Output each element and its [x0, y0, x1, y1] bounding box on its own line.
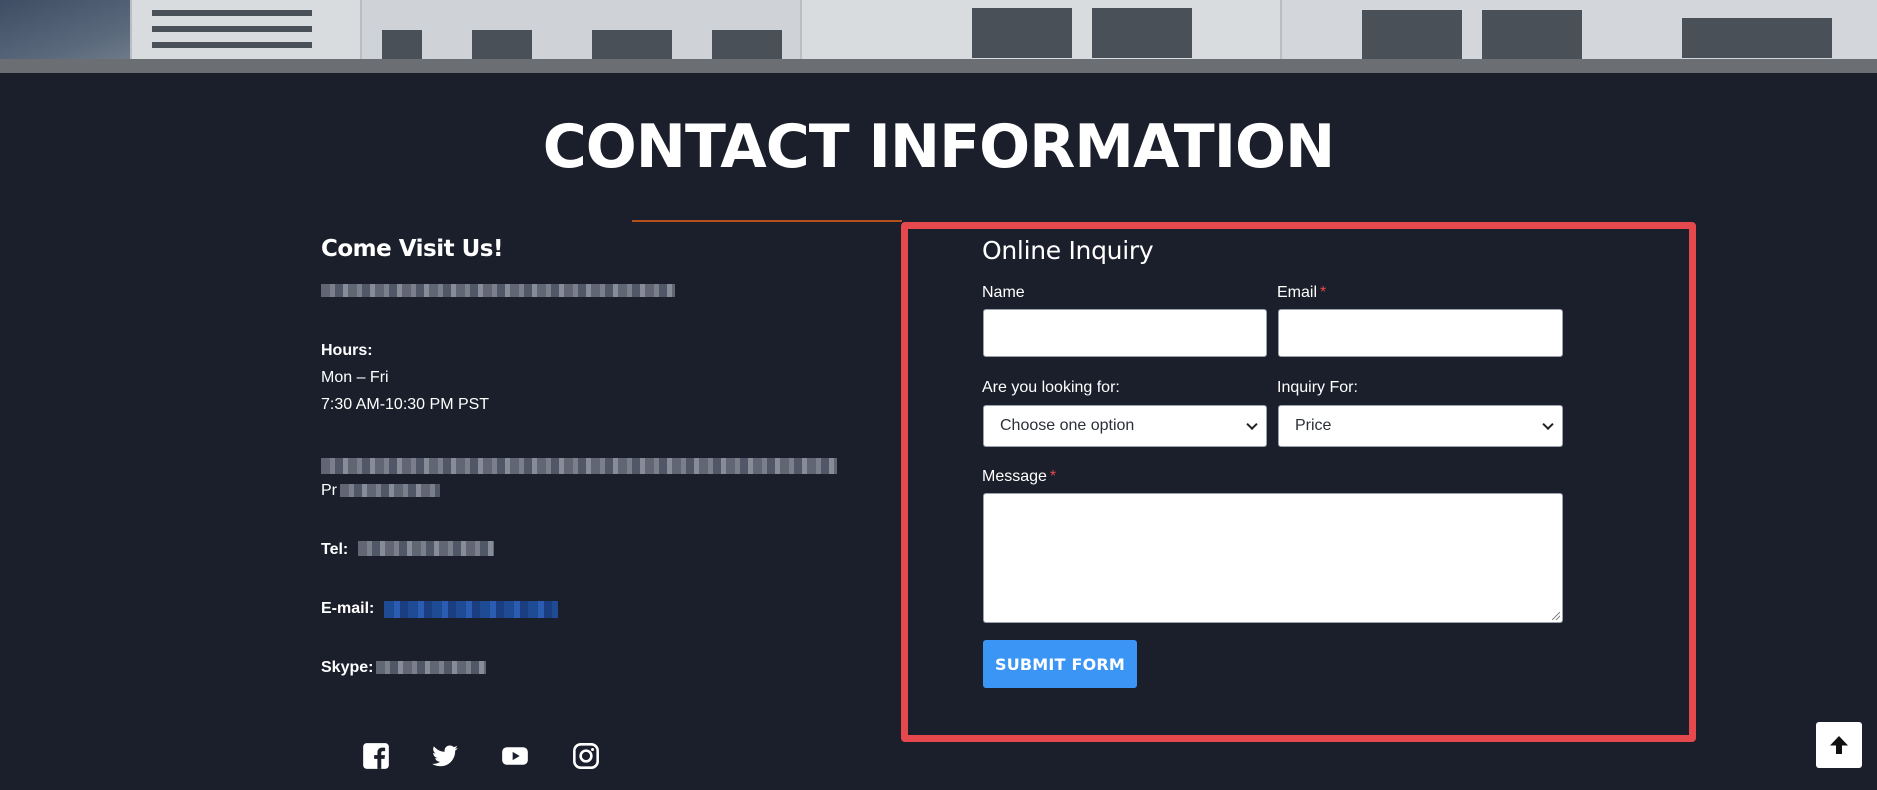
email-input[interactable]	[1278, 309, 1563, 357]
header-photo	[0, 0, 1877, 73]
inquiry-for-label: Inquiry For:	[1277, 379, 1358, 396]
tel-label: Tel:	[321, 541, 349, 558]
required-mark: *	[1049, 468, 1057, 485]
chevron-down-icon	[1246, 418, 1258, 431]
hours-label: Hours:	[321, 342, 373, 359]
visit-heading: Come Visit Us!	[321, 236, 503, 262]
skype-label: Skype:	[321, 659, 374, 676]
redacted-address-line	[321, 458, 837, 474]
email-label-form: Email *	[1277, 284, 1327, 301]
name-label: Name	[982, 284, 1025, 301]
form-title: Online Inquiry	[982, 236, 1154, 265]
looking-for-label: Are you looking for:	[982, 379, 1120, 396]
redacted-email-link[interactable]	[384, 601, 558, 618]
ground	[0, 59, 1877, 73]
name-input[interactable]	[983, 309, 1267, 357]
back-to-top-button[interactable]	[1816, 722, 1862, 768]
looking-for-selected: Choose one option	[1000, 417, 1135, 434]
address-line-prefix: Pr	[321, 482, 337, 499]
message-textarea[interactable]	[983, 493, 1563, 623]
redacted-address-line	[321, 284, 675, 297]
page-title: CONTACT INFORMATION	[542, 112, 1336, 182]
required-mark: *	[1320, 284, 1327, 301]
chevron-down-icon	[1542, 418, 1554, 431]
instagram-icon[interactable]	[572, 742, 600, 770]
youtube-icon[interactable]	[501, 742, 529, 770]
hours-days: Mon – Fri	[321, 369, 389, 386]
inquiry-for-select[interactable]: Price	[1278, 405, 1563, 447]
resize-handle-icon[interactable]	[1552, 612, 1560, 620]
title-divider	[632, 220, 902, 222]
facebook-icon[interactable]	[362, 742, 390, 770]
redacted-address-line	[340, 484, 440, 497]
redacted-skype	[376, 661, 486, 674]
arrow-up-icon	[1830, 736, 1848, 754]
redacted-phone	[358, 541, 494, 556]
message-label: Message *	[982, 468, 1057, 485]
submit-form-button[interactable]: SUBMIT FORM	[983, 640, 1137, 688]
inquiry-for-selected: Price	[1295, 417, 1332, 434]
email-label: E-mail:	[321, 600, 375, 617]
looking-for-select[interactable]: Choose one option	[983, 405, 1267, 447]
hours-time: 7:30 AM-10:30 PM PST	[321, 396, 490, 413]
twitter-icon[interactable]	[431, 742, 459, 770]
